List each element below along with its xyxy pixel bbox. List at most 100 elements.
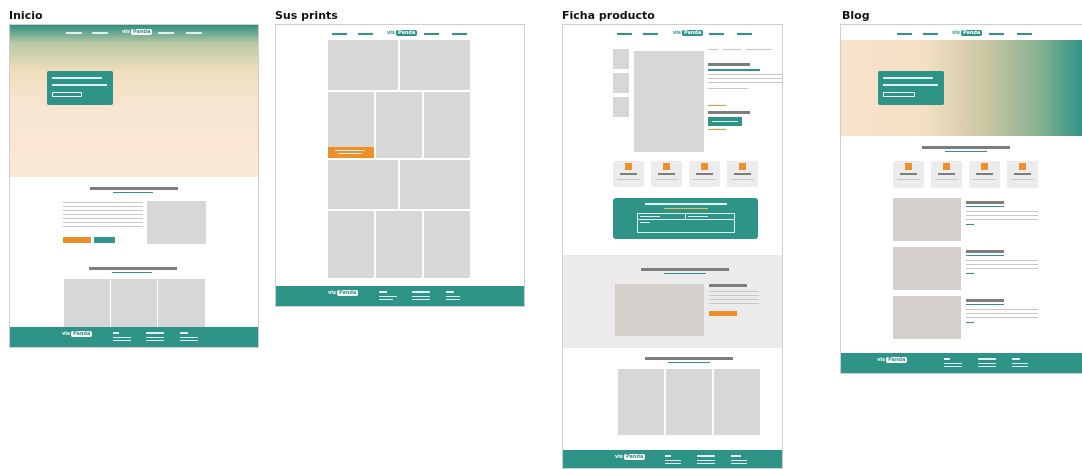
hero-card: [47, 71, 113, 105]
footer: vis Panda: [563, 450, 782, 468]
post-title[interactable]: [966, 299, 1004, 302]
hero-cta-button[interactable]: [52, 92, 82, 97]
footer-logo[interactable]: vis Panda: [328, 290, 359, 296]
product-thumbnail[interactable]: [613, 73, 629, 93]
footer-logo[interactable]: vis Panda: [615, 454, 646, 460]
social-icons[interactable]: [63, 340, 71, 343]
post-image[interactable]: [893, 198, 961, 241]
logo[interactable]: vis Panda: [952, 30, 983, 36]
secondary-link[interactable]: [708, 129, 726, 130]
footer-link[interactable]: [180, 340, 198, 341]
product-main-image: [634, 51, 704, 152]
footer-link[interactable]: [180, 337, 198, 338]
nav-link[interactable]: [709, 33, 724, 35]
option-label: [708, 105, 726, 106]
product-thumbnail[interactable]: [613, 49, 629, 69]
print-hover-overlay[interactable]: [328, 147, 374, 158]
nav-link[interactable]: [897, 33, 912, 35]
footer-logo[interactable]: vis Panda: [62, 331, 93, 337]
secondary-button[interactable]: [94, 237, 115, 243]
logo[interactable]: vis Panda: [387, 30, 418, 36]
nav-link[interactable]: [186, 32, 202, 34]
related-print[interactable]: [714, 369, 760, 435]
print-thumbnail[interactable]: [376, 211, 422, 278]
nav-link[interactable]: [424, 33, 439, 35]
footer-link[interactable]: [113, 340, 131, 341]
post-image[interactable]: [893, 247, 961, 290]
footer: vis Panda: [276, 286, 524, 306]
gallery-image[interactable]: [111, 279, 157, 327]
image-placeholder: [147, 201, 206, 244]
heading-underline: [945, 151, 987, 152]
footer-link[interactable]: [146, 340, 164, 341]
print-thumbnail[interactable]: [400, 160, 470, 209]
footer-link[interactable]: [146, 337, 164, 338]
print-thumbnail[interactable]: [424, 211, 470, 278]
read-more-link[interactable]: [966, 224, 974, 225]
nav-link[interactable]: [737, 33, 752, 35]
feature-card: [727, 161, 758, 187]
spec-table: [637, 213, 735, 233]
nav-link[interactable]: [1017, 33, 1032, 35]
section-heading: [89, 267, 177, 270]
print-thumbnail[interactable]: [328, 211, 374, 278]
primary-button[interactable]: [63, 237, 91, 243]
footer-col-heading: [180, 332, 188, 334]
nav-link[interactable]: [643, 33, 658, 35]
frame-ficha-producto: vis Panda vis Panda: [562, 24, 783, 469]
hero-card: [878, 71, 944, 105]
related-section: [563, 255, 782, 348]
nav-link[interactable]: [989, 33, 1004, 35]
footer: vis Panda: [841, 353, 1082, 373]
post-image[interactable]: [893, 296, 961, 339]
logo[interactable]: vis Panda: [673, 30, 704, 36]
frame-title-inicio: Inicio: [9, 9, 43, 22]
post-title[interactable]: [966, 250, 1004, 253]
frame-title-ficha-producto: Ficha producto: [562, 9, 655, 22]
category-card[interactable]: [969, 161, 1000, 188]
related-print[interactable]: [618, 369, 664, 435]
heading-underline: [668, 362, 710, 363]
print-thumbnail[interactable]: [376, 92, 422, 158]
read-more-link[interactable]: [966, 322, 974, 323]
add-to-cart-button[interactable]: [708, 117, 742, 126]
related-print[interactable]: [666, 369, 712, 435]
nav-link[interactable]: [92, 32, 108, 34]
category-card[interactable]: [1007, 161, 1038, 188]
nav-link[interactable]: [358, 33, 373, 35]
footer: vis Panda: [10, 327, 258, 347]
nav-link[interactable]: [332, 33, 347, 35]
nav-link[interactable]: [617, 33, 632, 35]
product-title: [708, 63, 750, 66]
heading-underline: [113, 192, 153, 193]
social-icons[interactable]: [616, 462, 624, 465]
post-title[interactable]: [966, 201, 1004, 204]
nav-link[interactable]: [923, 33, 938, 35]
gallery-image[interactable]: [64, 279, 110, 327]
nav-link[interactable]: [66, 32, 82, 34]
nav-link[interactable]: [158, 32, 174, 34]
hero-cta-button[interactable]: [883, 92, 915, 97]
print-thumbnail[interactable]: [424, 92, 470, 158]
nav-link[interactable]: [452, 33, 467, 35]
section-heading: [922, 146, 1010, 149]
print-thumbnail[interactable]: [400, 40, 470, 90]
read-more-link[interactable]: [966, 273, 974, 274]
footer-logo[interactable]: vis Panda: [877, 357, 908, 363]
category-card[interactable]: [893, 161, 924, 188]
social-icons[interactable]: [878, 365, 886, 368]
footer-link[interactable]: [113, 337, 131, 338]
option-selector[interactable]: [708, 111, 750, 114]
category-card[interactable]: [931, 161, 962, 188]
frame-sus-prints: vis Panda vis Panda: [275, 24, 525, 307]
social-icons[interactable]: [329, 298, 337, 301]
logo[interactable]: vis Panda: [122, 29, 153, 35]
product-thumbnail[interactable]: [613, 97, 629, 117]
footer-col-heading: [146, 332, 164, 334]
print-thumbnail[interactable]: [328, 40, 398, 90]
feature-card: [689, 161, 720, 187]
gallery-image[interactable]: [158, 279, 205, 327]
related-button[interactable]: [709, 311, 737, 316]
print-thumbnail[interactable]: [328, 160, 398, 209]
spec-table-panel: [613, 198, 758, 239]
